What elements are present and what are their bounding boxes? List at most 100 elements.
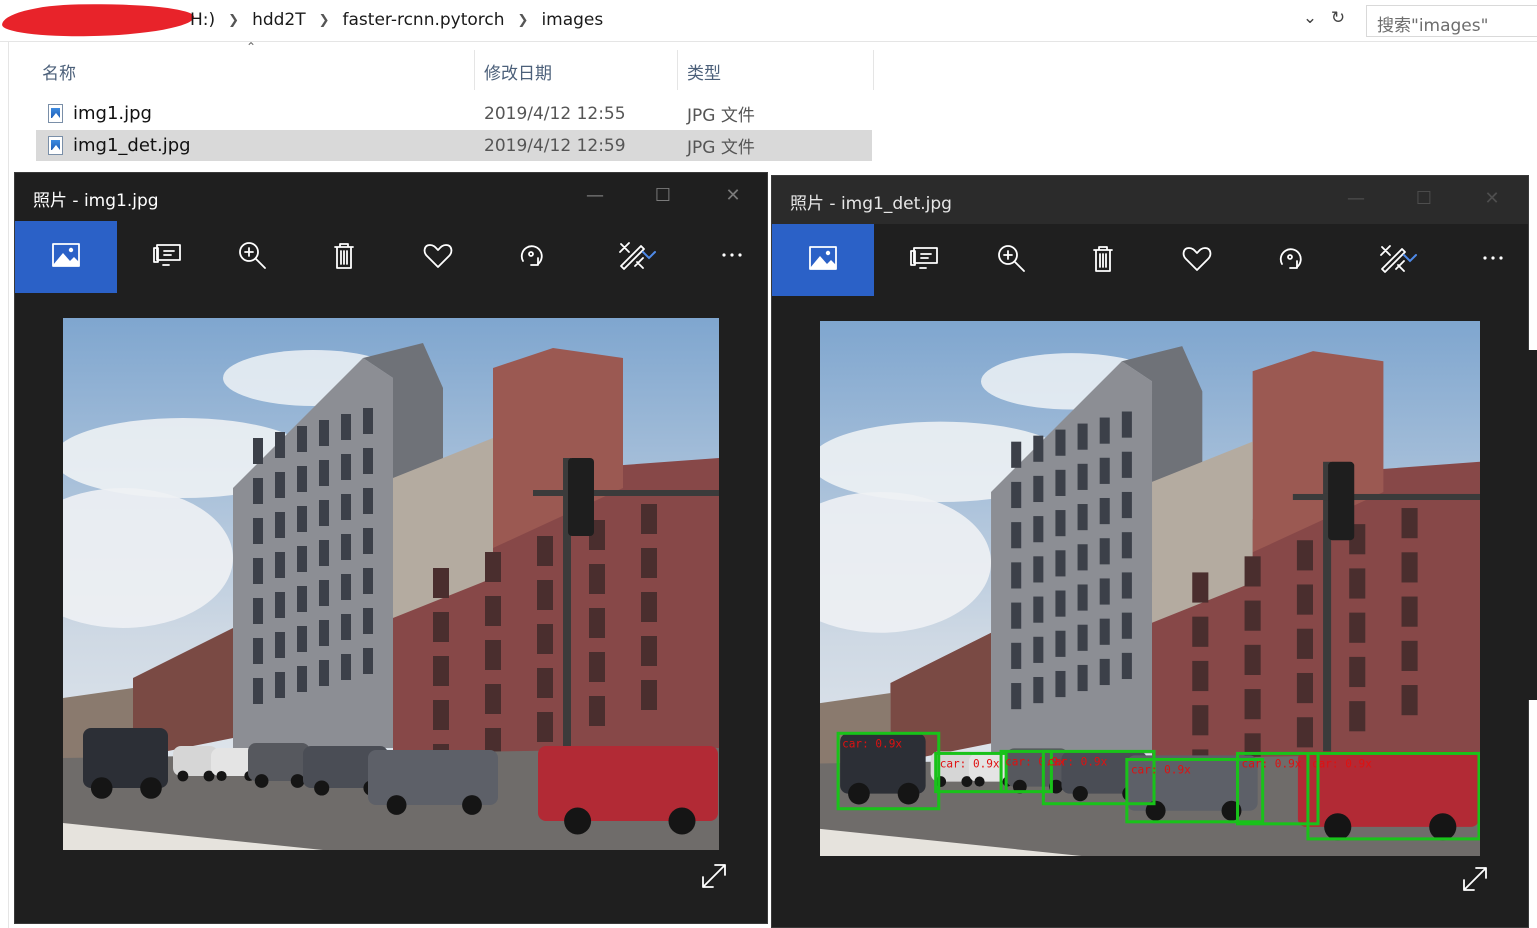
- toolbar: [772, 224, 1528, 296]
- column-divider[interactable]: [873, 50, 874, 90]
- window: [1121, 612, 1132, 639]
- refresh-icon[interactable]: ↻: [1328, 8, 1348, 28]
- window: [589, 564, 605, 594]
- search-input[interactable]: 搜索"images": [1366, 5, 1537, 37]
- column-divider[interactable]: [677, 50, 678, 90]
- breadcrumb-drive[interactable]: H:): [186, 10, 219, 30]
- favorite-button[interactable]: [403, 221, 473, 293]
- window: [253, 518, 263, 544]
- detection-label: car: 0.9x: [1047, 755, 1107, 768]
- window: [297, 466, 307, 492]
- window: [1055, 670, 1066, 698]
- window: [641, 504, 657, 534]
- window: [1121, 572, 1132, 599]
- rotate-button[interactable]: [1255, 224, 1325, 296]
- title-bar[interactable]: 照片 - img1.jpg — ☐ ✕: [15, 173, 767, 221]
- window: [1077, 584, 1088, 611]
- delete-button[interactable]: [1068, 224, 1138, 296]
- window: [433, 700, 449, 730]
- breadcrumb-hdd2t[interactable]: hdd2T: [248, 10, 310, 30]
- window: [253, 678, 263, 704]
- column-header-date[interactable]: 修改日期: [484, 59, 552, 84]
- car-wheel: [254, 774, 269, 788]
- slideshow-button[interactable]: [890, 224, 960, 296]
- favorite-button[interactable]: [1162, 224, 1232, 296]
- history-dropdown-icon[interactable]: ⌄: [1300, 8, 1320, 28]
- window: [1055, 630, 1066, 657]
- window: [1121, 491, 1132, 519]
- window: [275, 432, 285, 458]
- window: [433, 568, 449, 598]
- detection-label: car: 0.9x: [1312, 758, 1372, 771]
- detection-label: car: 0.9x: [940, 758, 1000, 771]
- close-icon[interactable]: ✕: [1472, 186, 1512, 212]
- window: [1055, 590, 1066, 617]
- delete-button[interactable]: [309, 221, 379, 293]
- car-wheel: [177, 770, 189, 782]
- column-header-type[interactable]: 类型: [687, 59, 721, 84]
- view-image-button[interactable]: [15, 221, 117, 293]
- window: [1077, 504, 1088, 531]
- file-row[interactable]: img1.jpg 2019/4/12 12:55 JPG 文件: [36, 98, 872, 129]
- more-button[interactable]: [1458, 224, 1528, 296]
- maximize-icon[interactable]: ☐: [1404, 186, 1444, 212]
- rotate-button[interactable]: [496, 221, 566, 293]
- minimize-icon[interactable]: —: [575, 183, 615, 209]
- minimize-icon[interactable]: —: [1336, 186, 1376, 212]
- view-image-button[interactable]: [772, 224, 874, 296]
- window: [297, 546, 307, 572]
- car-wheel: [974, 776, 985, 787]
- window: [485, 640, 501, 670]
- window: [1011, 481, 1022, 509]
- photos-window-img1-det[interactable]: 照片 - img1_det.jpg — ☐ ✕ car: 0.9x car: 0.…: [771, 175, 1529, 928]
- window: [1033, 475, 1044, 503]
- column-header-name[interactable]: 名称: [42, 59, 76, 84]
- photos-window-img1[interactable]: 照片 - img1.jpg — ☐ ✕: [14, 172, 768, 924]
- window: [253, 558, 263, 584]
- maximize-icon[interactable]: ☐: [643, 183, 683, 209]
- car-wheel: [90, 777, 113, 799]
- toolbar: [15, 221, 767, 293]
- window: [433, 656, 449, 686]
- breadcrumb-faster-rcnn[interactable]: faster-rcnn.pytorch: [339, 10, 509, 30]
- file-row[interactable]: img1_det.jpg 2019/4/12 12:59 JPG 文件: [36, 130, 872, 161]
- chevron-right-icon[interactable]: ❯: [509, 13, 538, 28]
- expand-icon[interactable]: [1458, 862, 1492, 896]
- car-wheel: [668, 807, 696, 835]
- chevron-right-icon[interactable]: ❯: [310, 13, 339, 28]
- window: [253, 478, 263, 504]
- breadcrumb-images[interactable]: images: [537, 10, 607, 30]
- slideshow-button[interactable]: [133, 221, 203, 293]
- close-icon[interactable]: ✕: [713, 183, 753, 209]
- edit-dropdown-button[interactable]: [1392, 224, 1428, 296]
- car-wheel: [1072, 786, 1088, 802]
- zoom-button[interactable]: [976, 224, 1046, 296]
- window: [275, 632, 285, 658]
- street-photo: [63, 318, 719, 850]
- window: [1296, 628, 1313, 659]
- more-button[interactable]: [697, 221, 767, 293]
- chevron-right-icon[interactable]: ❯: [219, 13, 248, 28]
- window: [1244, 689, 1261, 720]
- file-name: img1_det.jpg: [73, 135, 191, 156]
- window: [341, 534, 351, 560]
- address-bar[interactable]: H:) ❯ hdd2T ❯ faster-rcnn.pytorch ❯ imag…: [0, 0, 1537, 42]
- jpg-file-icon: [48, 136, 63, 155]
- window: [1077, 463, 1088, 490]
- photo-canvas[interactable]: car: 0.9x car: 0.9x car: 0.9x car: 0.9x car:…: [820, 321, 1480, 856]
- edit-dropdown-button[interactable]: [631, 221, 667, 293]
- window: [485, 596, 501, 626]
- window: [319, 420, 329, 446]
- expand-icon[interactable]: [697, 859, 731, 893]
- window: [1192, 616, 1209, 647]
- zoom-button[interactable]: [217, 221, 287, 293]
- window: [1077, 544, 1088, 571]
- window: [1192, 705, 1209, 736]
- window: [1099, 618, 1110, 645]
- photo-canvas[interactable]: [63, 318, 719, 850]
- window: [319, 460, 329, 486]
- window-title: 照片 - img1.jpg: [33, 191, 159, 211]
- column-divider[interactable]: [474, 50, 475, 90]
- window: [1401, 596, 1418, 627]
- title-bar[interactable]: 照片 - img1_det.jpg — ☐ ✕: [772, 176, 1528, 224]
